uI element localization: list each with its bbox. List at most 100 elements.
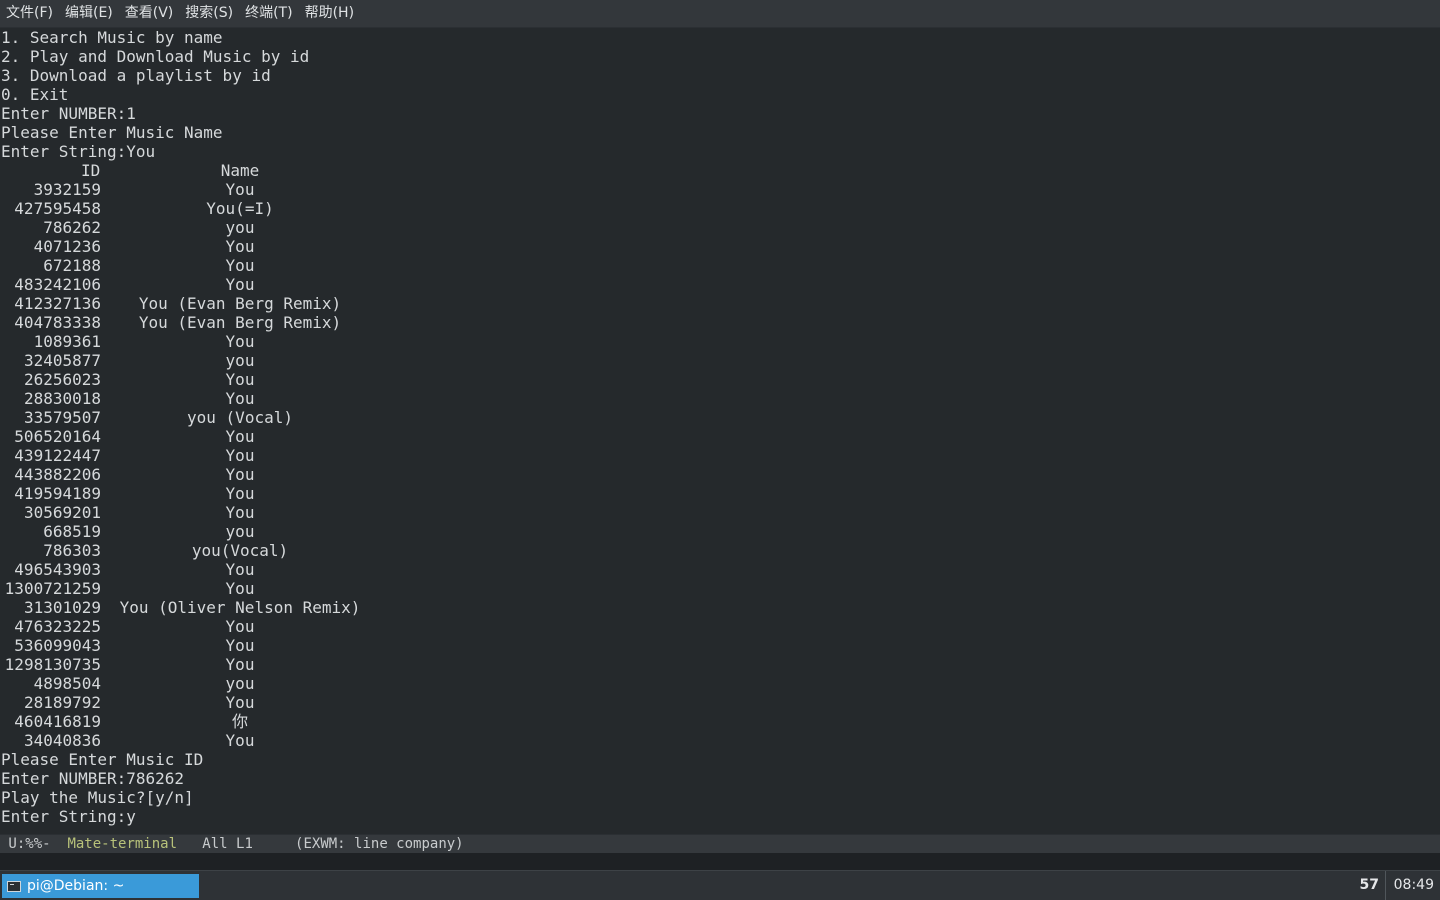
music-name-cell: You(=I) xyxy=(206,199,274,218)
music-name-cell: You xyxy=(225,560,255,579)
mode-line: U:%%- Mate-terminal All L1 (EXWM: line c… xyxy=(0,835,1440,853)
table-row: 3932159 You xyxy=(0,180,1440,199)
modeline-position: All L1 xyxy=(177,836,296,852)
tray-clock[interactable]: 08:49 xyxy=(1394,871,1434,900)
menu-item[interactable]: 搜索(S) xyxy=(179,0,239,27)
music-name-cell: You (Evan Berg Remix) xyxy=(138,313,342,332)
menu-item[interactable]: 查看(V) xyxy=(119,0,180,27)
music-name-cell: You xyxy=(225,256,255,275)
music-id-cell: 28189792 xyxy=(23,693,101,712)
table-row: 786303 you(Vocal) xyxy=(0,541,1440,560)
terminal-output[interactable]: 1. Search Music by name 2. Play and Downl… xyxy=(0,28,1440,834)
table-row: 1089361 You xyxy=(0,332,1440,351)
terminal-icon xyxy=(7,880,21,892)
table-row: 28830018 You xyxy=(0,389,1440,408)
music-name-cell: you xyxy=(225,218,255,237)
table-row: 4898504 you xyxy=(0,674,1440,693)
table-row: 26256023 You xyxy=(0,370,1440,389)
terminal-line: Enter String:y xyxy=(1,807,136,826)
table-row: 412327136 You (Evan Berg Remix) xyxy=(0,294,1440,313)
table-row: 30569201 You xyxy=(0,503,1440,522)
table-row: 32405877 you xyxy=(0,351,1440,370)
menu-item[interactable]: 编辑(E) xyxy=(59,0,119,27)
music-name-cell: you xyxy=(225,674,255,693)
taskbar-window-button[interactable]: pi@Debian: ~ xyxy=(2,874,199,898)
terminal-line: 3. Download a playlist by id xyxy=(1,66,271,85)
column-header-name: Name xyxy=(220,161,260,180)
music-name-cell: You (Evan Berg Remix) xyxy=(138,294,342,313)
table-row: 668519 you xyxy=(0,522,1440,541)
table-row: 1300721259 You xyxy=(0,579,1440,598)
music-id-cell: 33579507 xyxy=(23,408,101,427)
menu-item[interactable]: 文件(F) xyxy=(0,0,59,27)
music-name-cell: You xyxy=(225,446,255,465)
music-name-cell: you xyxy=(225,522,255,541)
music-id-cell: 786303 xyxy=(43,541,101,560)
terminal-line: 0. Exit xyxy=(1,85,69,104)
table-row: 1298130735 You xyxy=(0,655,1440,674)
table-row: 427595458 You(=I) xyxy=(0,199,1440,218)
music-name-cell: 你 xyxy=(231,712,248,731)
music-name-cell: you (Vocal) xyxy=(187,408,293,427)
table-row: 496543903 You xyxy=(0,560,1440,579)
table-row: 443882206 You xyxy=(0,465,1440,484)
table-row: 483242106 You xyxy=(0,275,1440,294)
music-name-cell: You xyxy=(225,237,255,256)
minibuffer[interactable] xyxy=(0,853,1440,870)
terminal-line: Play the Music?[y/n] xyxy=(1,788,194,807)
music-name-cell: You xyxy=(225,693,255,712)
terminal-line: 1. Search Music by name xyxy=(1,28,223,47)
modeline-mode: (EXWM: line company) xyxy=(295,836,464,852)
music-name-cell: you(Vocal) xyxy=(191,541,289,560)
modeline-status: U:%%- xyxy=(0,836,68,852)
table-row: 672188 You xyxy=(0,256,1440,275)
music-id-cell: 4071236 xyxy=(33,237,101,256)
music-id-cell: 496543903 xyxy=(14,560,101,579)
table-row: 33579507 you (Vocal) xyxy=(0,408,1440,427)
menu-item[interactable]: 帮助(H) xyxy=(299,0,360,27)
modeline-buffer-name: Mate-terminal xyxy=(67,836,178,852)
menu-item[interactable]: 终端(T) xyxy=(239,0,298,27)
music-name-cell: You xyxy=(225,617,255,636)
music-id-cell: 419594189 xyxy=(14,484,101,503)
menu-bar: 文件(F) 编辑(E) 查看(V) 搜索(S) 终端(T) 帮助(H) xyxy=(0,0,1440,27)
table-row: 476323225 You xyxy=(0,617,1440,636)
music-id-cell: 3932159 xyxy=(33,180,101,199)
music-id-cell: 31301029 xyxy=(23,598,101,617)
tray-counter: 57 xyxy=(1360,871,1386,900)
music-id-cell: 4898504 xyxy=(33,674,101,693)
music-name-cell: You (Oliver Nelson Remix) xyxy=(119,598,361,617)
music-id-cell: 1089361 xyxy=(33,332,101,351)
table-row: 28189792 You xyxy=(0,693,1440,712)
music-id-cell: 460416819 xyxy=(14,712,101,731)
table-row: 439122447 You xyxy=(0,446,1440,465)
taskbar-window-label: pi@Debian: ~ xyxy=(27,878,125,894)
table-row: 460416819 你 xyxy=(0,712,1440,731)
music-name-cell: You xyxy=(225,731,255,750)
music-id-cell: 483242106 xyxy=(14,275,101,294)
music-id-cell: 536099043 xyxy=(14,636,101,655)
table-row: 536099043 You xyxy=(0,636,1440,655)
table-row: 31301029 You (Oliver Nelson Remix) xyxy=(0,598,1440,617)
terminal-line: Enter String:You xyxy=(1,142,156,161)
music-id-cell: 404783338 xyxy=(14,313,101,332)
music-id-cell: 34040836 xyxy=(23,731,101,750)
music-name-cell: You xyxy=(225,180,255,199)
music-name-cell: You xyxy=(225,503,255,522)
taskbar: pi@Debian: ~ 57 08:49 xyxy=(0,870,1440,900)
music-id-cell: 672188 xyxy=(43,256,101,275)
music-name-cell: You xyxy=(225,275,255,294)
music-id-cell: 1298130735 xyxy=(4,655,101,674)
music-name-cell: you xyxy=(225,351,255,370)
music-id-cell: 30569201 xyxy=(23,503,101,522)
music-name-cell: You xyxy=(225,370,255,389)
music-name-cell: You xyxy=(225,465,255,484)
music-id-cell: 476323225 xyxy=(14,617,101,636)
table-row: 419594189 You xyxy=(0,484,1440,503)
music-name-cell: You xyxy=(225,579,255,598)
table-row: 506520164 You xyxy=(0,427,1440,446)
terminal-line: Please Enter Music ID xyxy=(1,750,204,769)
music-id-cell: 506520164 xyxy=(14,427,101,446)
music-name-cell: You xyxy=(225,484,255,503)
music-name-cell: You xyxy=(225,655,255,674)
